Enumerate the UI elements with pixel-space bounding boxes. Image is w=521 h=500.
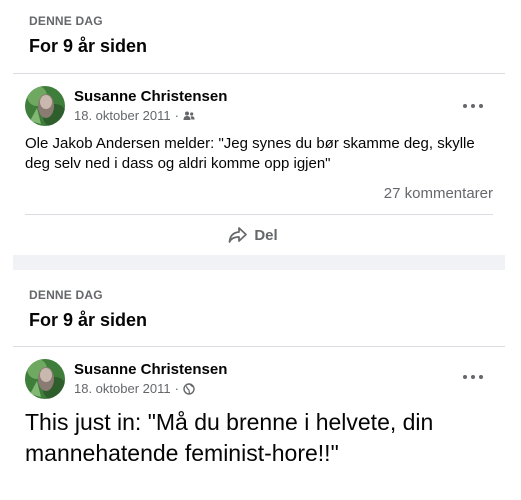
post-text: Ole Jakob Andersen melder: "Jeg synes du… [25, 135, 475, 172]
avatar-image [25, 359, 65, 399]
author-name[interactable]: Susanne Christensen [74, 88, 227, 105]
post-text: This just in: "Må du brenne i helvete, d… [25, 409, 434, 466]
meta-separator: · [174, 381, 179, 396]
share-label: Del [254, 226, 278, 244]
meta-separator: · [174, 108, 179, 123]
globe-icon [183, 382, 195, 395]
section-separator [13, 255, 505, 270]
author-name[interactable]: Susanne Christensen [74, 361, 227, 378]
post-date[interactable]: 18. oktober 2011 [74, 381, 171, 396]
post-meta: 18. oktober 2011 · [74, 108, 195, 123]
post-date[interactable]: 18. oktober 2011 [74, 108, 171, 123]
post-card-2: Susanne Christensen 18. oktober 2011 · T… [13, 347, 505, 500]
memory-label: DENNE DAG [29, 14, 103, 28]
memory-title: For 9 år siden [29, 36, 148, 56]
share-arrow-icon [228, 227, 248, 243]
post-card-1: Susanne Christensen 18. oktober 2011 · O… [13, 74, 505, 254]
more-options-icon[interactable] [463, 372, 483, 382]
memory-label: DENNE DAG [29, 288, 103, 302]
avatar[interactable] [25, 86, 65, 126]
share-button[interactable]: Del [13, 226, 493, 244]
more-options-icon[interactable] [463, 101, 483, 111]
divider [25, 214, 493, 215]
memory-title: For 9 år siden [29, 310, 148, 330]
friends-icon [183, 111, 195, 120]
avatar-image [25, 86, 65, 126]
comment-count[interactable]: 27 kommentarer [384, 185, 493, 202]
post-meta: 18. oktober 2011 · [74, 381, 195, 396]
memory-header-1: DENNE DAG For 9 år siden [29, 14, 147, 57]
memory-header-2: DENNE DAG For 9 år siden [29, 288, 147, 331]
avatar[interactable] [25, 359, 65, 399]
